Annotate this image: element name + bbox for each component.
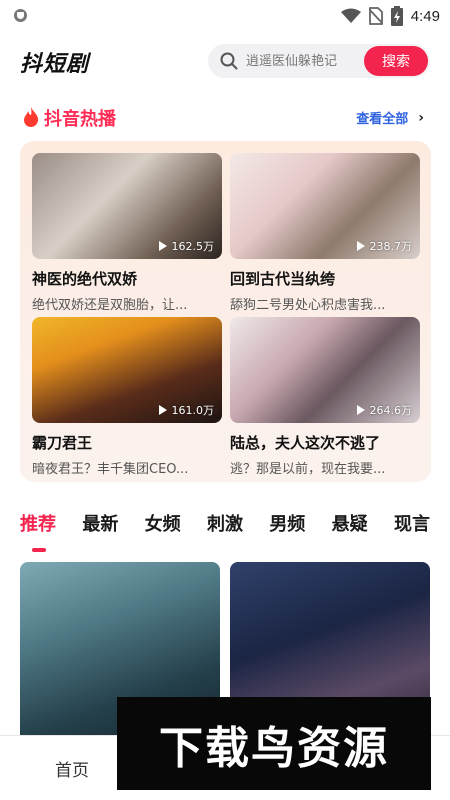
top-header: 抖短剧 搜索 — [0, 42, 450, 82]
play-count: 162.5万 — [158, 238, 215, 254]
category-tabs: 推荐 最新 女频 刺激 男频 悬疑 现言 — [20, 510, 430, 552]
play-icon — [158, 405, 167, 415]
see-all-link[interactable]: 查看全部 › — [356, 108, 424, 128]
play-count-value: 162.5万 — [171, 240, 215, 253]
drama-title: 霸刀君王 — [32, 434, 93, 452]
watermark-text: 下载鸟资源 — [159, 722, 389, 774]
hot-drama-item[interactable]: 162.5万 神医的绝代双娇 绝代双娇还是双胞胎，让... — [32, 153, 222, 313]
tab-male[interactable]: 男频 — [269, 510, 305, 546]
drama-description: 绝代双娇还是双胞胎，让... — [32, 298, 188, 313]
drama-description: 舔狗二号男处心积虑害我... — [230, 298, 386, 313]
tab-modern-romance[interactable]: 现言 — [394, 510, 430, 546]
status-bar: 4:49 — [0, 0, 450, 32]
tab-suspense[interactable]: 悬疑 — [332, 510, 368, 546]
play-icon — [356, 405, 365, 415]
play-icon — [356, 241, 365, 251]
hot-drama-item[interactable]: 264.6万 陆总，夫人这次不逃了 逃？那是以前，现在我要... — [230, 317, 420, 477]
drama-title: 回到古代当纨绔 — [230, 270, 336, 288]
search-button[interactable]: 搜索 — [364, 46, 428, 76]
drama-title: 神医的绝代双娇 — [32, 270, 138, 288]
play-count-value: 264.6万 — [369, 404, 413, 417]
tab-female[interactable]: 女频 — [145, 510, 181, 546]
play-count: 238.7万 — [356, 238, 413, 254]
hot-section-title: 抖音热播 — [44, 109, 116, 130]
play-count-value: 238.7万 — [369, 240, 413, 253]
battery-charging-icon — [390, 6, 403, 26]
play-count: 161.0万 — [158, 402, 215, 418]
play-icon — [158, 241, 167, 251]
no-sim-icon — [368, 7, 383, 25]
wifi-icon — [340, 8, 361, 23]
watermark-overlay: 下载鸟资源 — [117, 697, 431, 790]
flame-icon — [24, 107, 39, 127]
drama-poster[interactable]: 264.6万 — [230, 317, 420, 423]
chevron-right-icon: › — [418, 109, 424, 126]
drama-poster[interactable]: 161.0万 — [32, 317, 222, 423]
play-count-value: 161.0万 — [171, 404, 215, 417]
clock: 4:49 — [410, 7, 440, 25]
see-all-label: 查看全部 — [356, 112, 409, 127]
play-count: 264.6万 — [356, 402, 413, 418]
status-icons: 4:49 — [340, 5, 440, 27]
security-shield-icon — [14, 9, 27, 22]
tab-recommend[interactable]: 推荐 — [20, 510, 56, 552]
hot-drama-item[interactable]: 161.0万 霸刀君王 暗夜君王？丰千集团CEO... — [32, 317, 222, 477]
tab-thrill[interactable]: 刺激 — [207, 510, 243, 546]
drama-poster[interactable]: 162.5万 — [32, 153, 222, 259]
search-icon — [220, 52, 238, 70]
nav-home[interactable]: 首页 — [55, 756, 89, 781]
hot-drama-panel: 162.5万 神医的绝代双娇 绝代双娇还是双胞胎，让... 238.7万 回到古… — [20, 141, 431, 482]
drama-description: 暗夜君王？丰千集团CEO... — [32, 462, 189, 477]
hot-drama-item[interactable]: 238.7万 回到古代当纨绔 舔狗二号男处心积虑害我... — [230, 153, 420, 313]
drama-title: 陆总，夫人这次不逃了 — [230, 434, 381, 452]
app-title: 抖短剧 — [20, 52, 90, 77]
search-input[interactable] — [246, 44, 364, 78]
drama-description: 逃？那是以前，现在我要... — [230, 462, 386, 477]
hot-section-header: 抖音热播 查看全部 › — [20, 103, 430, 133]
tab-latest[interactable]: 最新 — [82, 510, 118, 546]
search-bar[interactable]: 搜索 — [208, 44, 430, 78]
drama-poster[interactable]: 238.7万 — [230, 153, 420, 259]
